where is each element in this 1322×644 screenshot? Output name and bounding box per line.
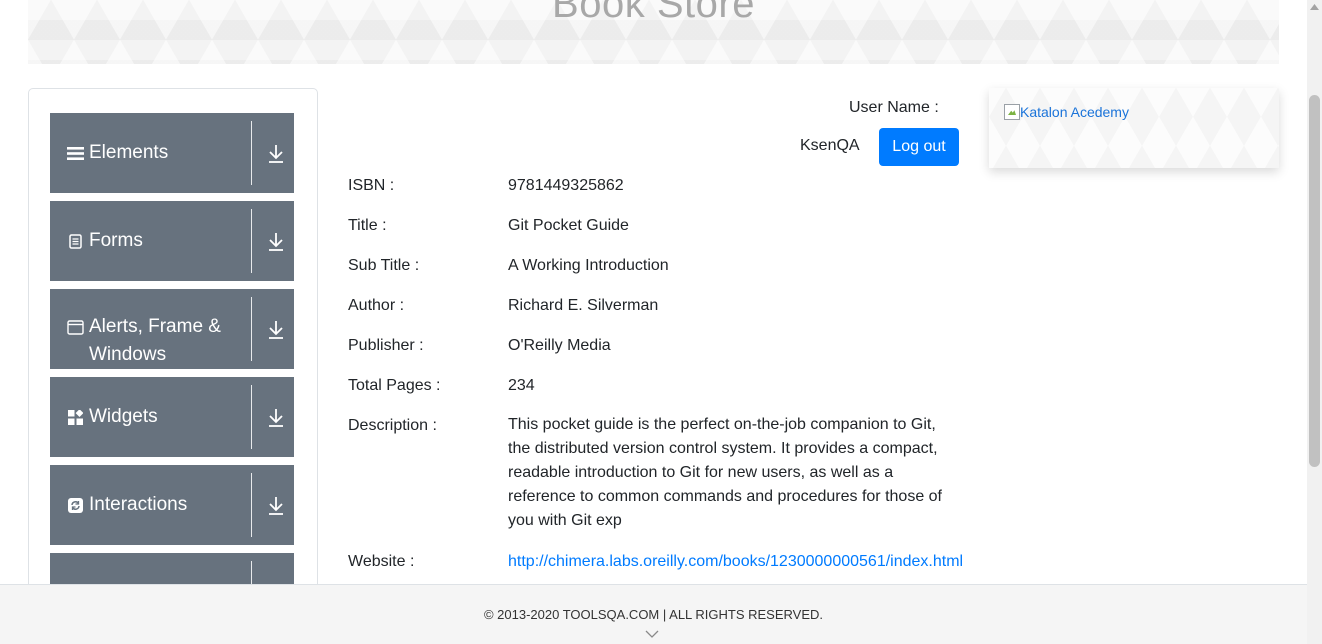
website-label: Website :	[348, 553, 415, 570]
sidebar-group-label: Elements	[89, 142, 169, 163]
refresh-icon	[67, 497, 84, 514]
page: Book Store Elements Forms Alerts, Frame …	[0, 0, 1322, 644]
description-value: This pocket guide is the perfect on-the-…	[508, 413, 968, 533]
sidebar-group-forms[interactable]: Forms	[50, 201, 294, 281]
pages-label: Total Pages :	[348, 377, 441, 394]
divider	[251, 209, 252, 273]
hamburger-icon	[67, 145, 84, 162]
window-icon	[67, 319, 84, 336]
footer-copyright: © 2013-2020 TOOLSQA.COM | ALL RIGHTS RES…	[483, 607, 824, 622]
sidebar: Elements Forms Alerts, Frame & Windows W…	[28, 88, 318, 644]
download-icon[interactable]	[266, 319, 286, 341]
chevron-down-icon	[645, 630, 659, 638]
broken-image-icon	[1004, 104, 1020, 120]
website-link[interactable]: http://chimera.labs.oreilly.com/books/12…	[508, 553, 963, 571]
publisher-label: Publisher :	[348, 337, 424, 354]
ad-banner[interactable]: Katalon Acedemy	[989, 88, 1279, 168]
subtitle-label: Sub Title :	[348, 257, 420, 274]
sidebar-group-widgets[interactable]: Widgets	[50, 377, 294, 457]
header-banner: Book Store	[28, 0, 1279, 64]
description-label: Description :	[348, 417, 437, 434]
divider	[251, 385, 252, 449]
divider	[251, 297, 252, 361]
sidebar-group-label: Widgets	[89, 406, 158, 427]
description-line: you with Git exp	[508, 512, 622, 529]
sidebar-group-interactions[interactable]: Interactions	[50, 465, 294, 545]
logout-button[interactable]: Log out	[879, 128, 959, 166]
publisher-value: O'Reilly Media	[508, 337, 611, 354]
title-label: Title :	[348, 217, 387, 234]
download-icon[interactable]	[266, 231, 286, 253]
download-icon[interactable]	[266, 407, 286, 429]
ad-image[interactable]: Katalon Acedemy	[1004, 104, 1129, 120]
page-title: Book Store	[552, 0, 755, 26]
document-icon	[67, 233, 84, 250]
sidebar-group-elements[interactable]: Elements	[50, 113, 294, 193]
username-label: User Name :	[849, 99, 939, 116]
sidebar-group-label: Alerts, Frame & Windows	[89, 316, 221, 365]
footer: © 2013-2020 TOOLSQA.COM | ALL RIGHTS RES…	[0, 584, 1307, 644]
download-icon[interactable]	[266, 143, 286, 165]
divider	[251, 473, 252, 537]
isbn-label: ISBN :	[348, 177, 395, 194]
author-value: Richard E. Silverman	[508, 297, 659, 314]
ad-alt-text: Katalon Acedemy	[1020, 104, 1129, 120]
description-line: the distributed version control system. …	[508, 440, 938, 457]
description-line: This pocket guide is the perfect on-the-…	[508, 416, 936, 433]
username-value: KsenQA	[800, 137, 860, 154]
divider	[251, 121, 252, 185]
author-label: Author :	[348, 297, 405, 314]
pages-value: 234	[508, 377, 535, 394]
isbn-value: 9781449325862	[508, 177, 624, 194]
download-icon[interactable]	[266, 495, 286, 517]
sidebar-group-label: Interactions	[89, 494, 188, 515]
scroll-up-icon[interactable]	[1310, 4, 1319, 10]
scrollbar-thumb[interactable]	[1309, 95, 1320, 467]
widgets-icon	[67, 409, 84, 426]
sidebar-group-alerts[interactable]: Alerts, Frame & Windows	[50, 289, 294, 369]
description-line: reference to common commands and procedu…	[508, 488, 942, 505]
scrollbar[interactable]	[1307, 0, 1322, 644]
sidebar-group-label: Forms	[89, 230, 143, 251]
subtitle-value: A Working Introduction	[508, 257, 669, 274]
description-line: readable introduction to Git for new use…	[508, 464, 894, 481]
title-value: Git Pocket Guide	[508, 217, 629, 234]
